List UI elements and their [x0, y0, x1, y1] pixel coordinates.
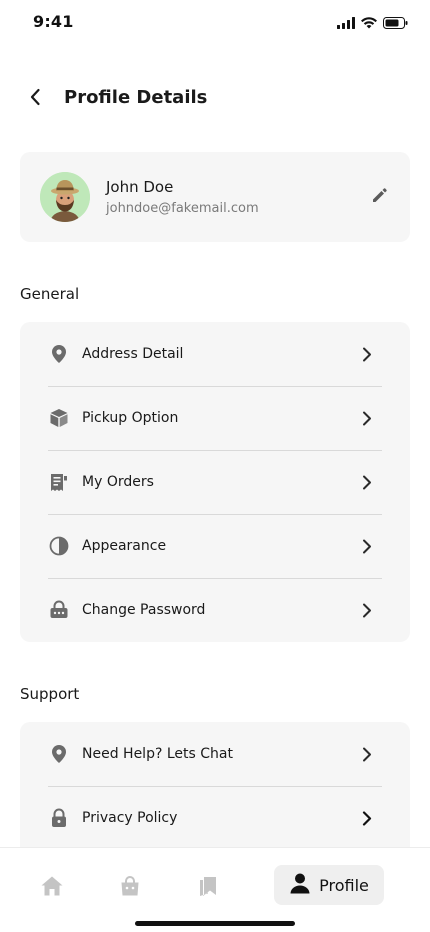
- chevron-right-icon: [360, 538, 374, 554]
- menu-item-label: Address Detail: [82, 346, 184, 362]
- shopping-bag-icon: [119, 875, 141, 901]
- profile-email: johndoe@fakemail.com: [106, 201, 259, 216]
- chevron-right-icon: [360, 474, 374, 490]
- chevron-right-icon: [360, 410, 374, 426]
- pencil-icon: [371, 186, 389, 208]
- chevron-right-icon: [360, 810, 374, 826]
- user-icon: [289, 872, 311, 898]
- menu-item-label: My Orders: [82, 474, 154, 490]
- menu-item-label: Pickup Option: [82, 410, 179, 426]
- location-pin-icon: [48, 343, 70, 365]
- menu-item-label: Change Password: [82, 602, 206, 618]
- menu-item-label: Privacy Policy: [82, 810, 178, 826]
- home-indicator: [135, 921, 295, 926]
- chevron-right-icon: [360, 746, 374, 762]
- lock-icon: [48, 807, 70, 829]
- chevron-right-icon: [360, 602, 374, 618]
- page-title: Profile Details: [64, 87, 208, 108]
- support-menu: Need Help? Lets Chat Privacy Policy: [20, 722, 410, 862]
- location-pin-icon: [48, 743, 70, 765]
- contrast-icon: [48, 535, 70, 557]
- avatar: [40, 172, 90, 222]
- box-icon: [48, 407, 70, 429]
- wifi-icon: [361, 14, 377, 33]
- menu-item-privacy-policy[interactable]: Privacy Policy: [20, 786, 410, 850]
- home-icon: [40, 875, 64, 901]
- receipt-icon: [48, 471, 70, 493]
- menu-item-label: Appearance: [82, 538, 167, 554]
- nav-home[interactable]: [36, 870, 68, 906]
- profile-name: John Doe: [106, 178, 174, 196]
- chevron-left-icon: [29, 88, 41, 110]
- bottom-nav: Profile: [0, 847, 430, 932]
- nav-shop[interactable]: [114, 870, 146, 906]
- status-time: 9:41: [33, 12, 74, 31]
- menu-item-need-help[interactable]: Need Help? Lets Chat: [20, 722, 410, 786]
- header: Profile Details: [0, 78, 430, 120]
- back-button[interactable]: [20, 84, 50, 114]
- password-lock-icon: [48, 599, 70, 621]
- chevron-right-icon: [360, 346, 374, 362]
- menu-item-change-password[interactable]: Change Password: [20, 578, 410, 642]
- section-title-support: Support: [20, 685, 80, 703]
- status-bar: 9:41: [0, 0, 430, 46]
- menu-item-label: Need Help? Lets Chat: [82, 746, 233, 762]
- general-menu: Address Detail Pickup Option My Orders A…: [20, 322, 410, 642]
- section-title-general: General: [20, 285, 80, 303]
- menu-item-pickup-option[interactable]: Pickup Option: [20, 386, 410, 450]
- nav-saved[interactable]: [192, 870, 224, 906]
- bookmarks-icon: [197, 875, 219, 901]
- menu-item-appearance[interactable]: Appearance: [20, 514, 410, 578]
- status-icons: [337, 14, 408, 33]
- menu-item-address-detail[interactable]: Address Detail: [20, 322, 410, 386]
- nav-profile-label: Profile: [319, 875, 369, 895]
- battery-icon: [383, 14, 408, 33]
- nav-profile[interactable]: Profile: [274, 865, 384, 905]
- profile-card: John Doe johndoe@fakemail.com: [20, 152, 410, 242]
- menu-item-my-orders[interactable]: My Orders: [20, 450, 410, 514]
- signal-icon: [337, 14, 355, 33]
- edit-profile-button[interactable]: [368, 185, 392, 209]
